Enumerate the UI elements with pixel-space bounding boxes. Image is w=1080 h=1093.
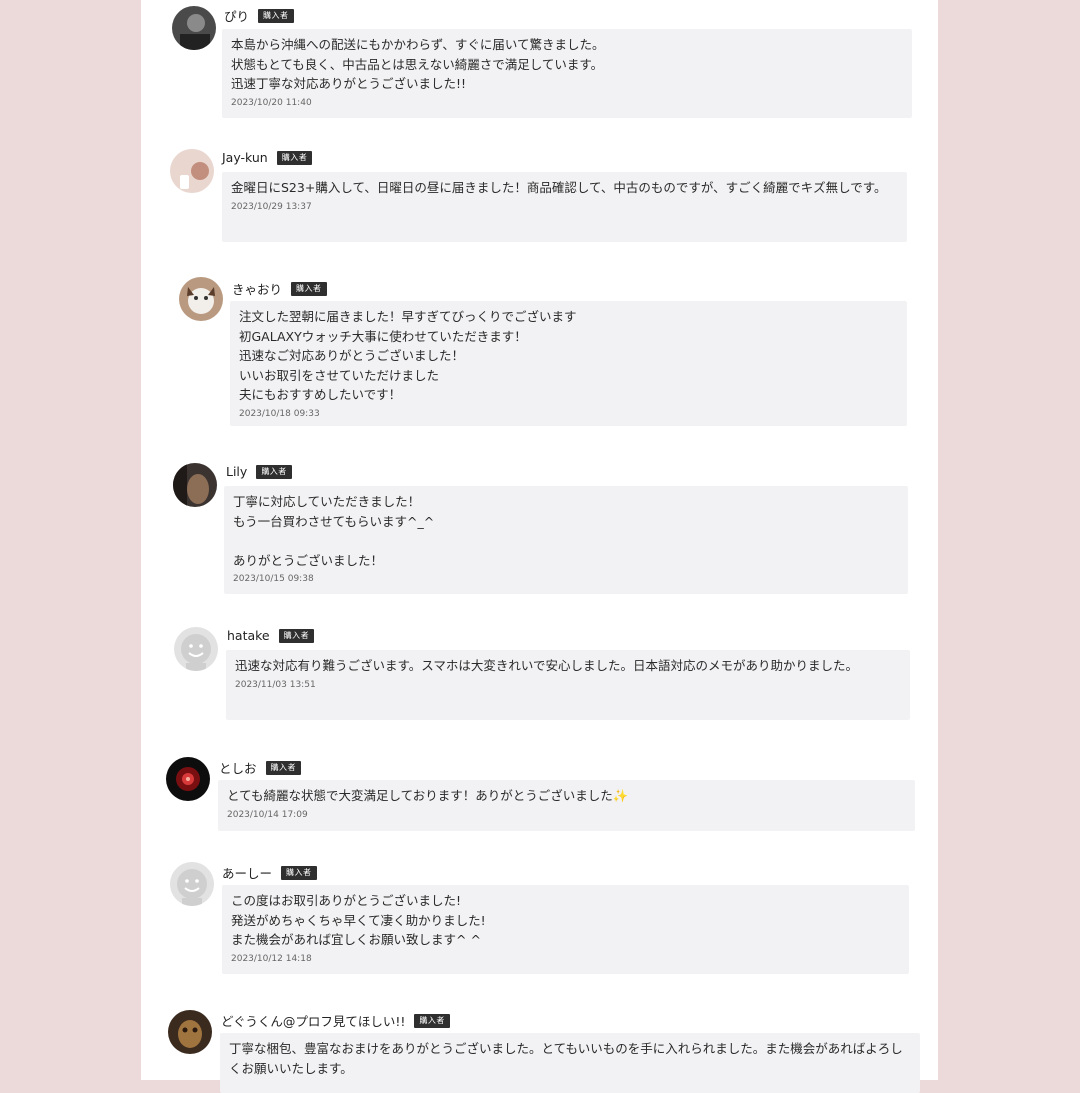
cat-photo-avatar[interactable] (179, 277, 223, 321)
review-message: 迅速な対応有り難うございます。スマホは大変きれいで安心しました。日本語対応のメモ… (235, 658, 859, 673)
reviewer-name[interactable]: hatake (227, 628, 270, 643)
review-timestamp: 2023/10/20 11:40 (231, 97, 312, 108)
buyer-badge: 購入者 (291, 281, 327, 296)
review-message: この度はお取引ありがとうございました! 発送がめちゃくちゃ早くて凄く助かりました… (231, 893, 486, 947)
buyer-badge: 購入者 (278, 628, 315, 643)
reviewer-name[interactable]: としお (219, 758, 257, 777)
review-timestamp: 2023/10/29 13:37 (231, 201, 312, 212)
review-message: 丁寧な梱包、豊富なおまけをありがとうございました。とてもいいものを手に入れられま… (229, 1041, 903, 1076)
reviewer-name[interactable]: どぐうくん@プロフ見てほしい!! (221, 1011, 405, 1030)
review-timestamp: 2023/10/14 17:09 (227, 809, 308, 820)
review-timestamp: 2023/10/15 09:38 (233, 574, 314, 584)
review-bubble: 丁寧な梱包、豊富なおまけをありがとうございました。とてもいいものを手に入れられま… (220, 1033, 920, 1093)
review-message: 金曜日にS23+購入して、日曜日の昼に届きました！商品確認して、中古のものですが… (231, 180, 887, 195)
buyer-badge: 購入者 (276, 150, 313, 165)
buyer-badge: 購入者 (281, 865, 317, 880)
buyer-badge: 購入者 (258, 8, 294, 23)
brown-photo-avatar[interactable] (173, 463, 217, 507)
sparkles-icon: ✨ (612, 788, 629, 803)
review-bubble: 本島から沖縄への配送にもかかわらず、すぐに届いて驚きました。 状態もとても良く、… (222, 29, 912, 118)
red-photo-avatar[interactable] (166, 757, 210, 801)
review-timestamp: 2023/11/03 13:51 (235, 679, 316, 690)
review-message: とても綺麗な状態で大変満足しております！ありがとうございました (227, 788, 613, 803)
reviewer-name[interactable]: きゃおり (232, 279, 282, 298)
dark-photo-avatar[interactable] (172, 6, 216, 50)
review-bubble: 丁寧に対応していただきました！ もう一台買わさせてもらいます^_^ ありがとうご… (224, 486, 908, 594)
review-timestamp: 2023/10/18 09:33 (239, 408, 320, 419)
reviewer-name[interactable]: Jay-kun (222, 150, 268, 165)
review-bubble: 迅速な対応有り難うございます。スマホは大変きれいで安心しました。日本語対応のメモ… (226, 650, 910, 720)
reviewer-name[interactable]: ぴり (224, 6, 249, 25)
reviewer-name[interactable]: あーしー (222, 863, 272, 882)
review-bubble: この度はお取引ありがとうございました! 発送がめちゃくちゃ早くて凄く助かりました… (222, 885, 909, 974)
review-message: 本島から沖縄への配送にもかかわらず、すぐに届いて驚きました。 状態もとても良く、… (231, 37, 605, 91)
buyer-badge: 購入者 (256, 464, 292, 479)
review-message: 注文した翌朝に届きました！早すぎてびっくりでございます 初GALAXYウォッチ大… (239, 309, 577, 402)
reviewer-name[interactable]: Lily (226, 464, 247, 479)
default-user-avatar[interactable] (174, 627, 218, 671)
buyer-badge: 購入者 (414, 1013, 450, 1028)
review-bubble: とても綺麗な状態で大変満足しております！ありがとうございました✨ 2023/10… (218, 780, 915, 831)
review-bubble: 注文した翌朝に届きました！早すぎてびっくりでございます 初GALAXYウォッチ大… (230, 301, 907, 426)
review-message: 丁寧に対応していただきました！ もう一台買わさせてもらいます^_^ ありがとうご… (233, 494, 435, 568)
default-user-avatar[interactable] (170, 862, 214, 906)
beige-photo-avatar[interactable] (170, 149, 214, 193)
dogu-photo-avatar[interactable] (168, 1010, 212, 1054)
review-bubble: 金曜日にS23+購入して、日曜日の昼に届きました！商品確認して、中古のものですが… (222, 172, 907, 242)
buyer-badge: 購入者 (265, 760, 302, 775)
review-timestamp: 2023/10/12 14:18 (231, 953, 312, 964)
